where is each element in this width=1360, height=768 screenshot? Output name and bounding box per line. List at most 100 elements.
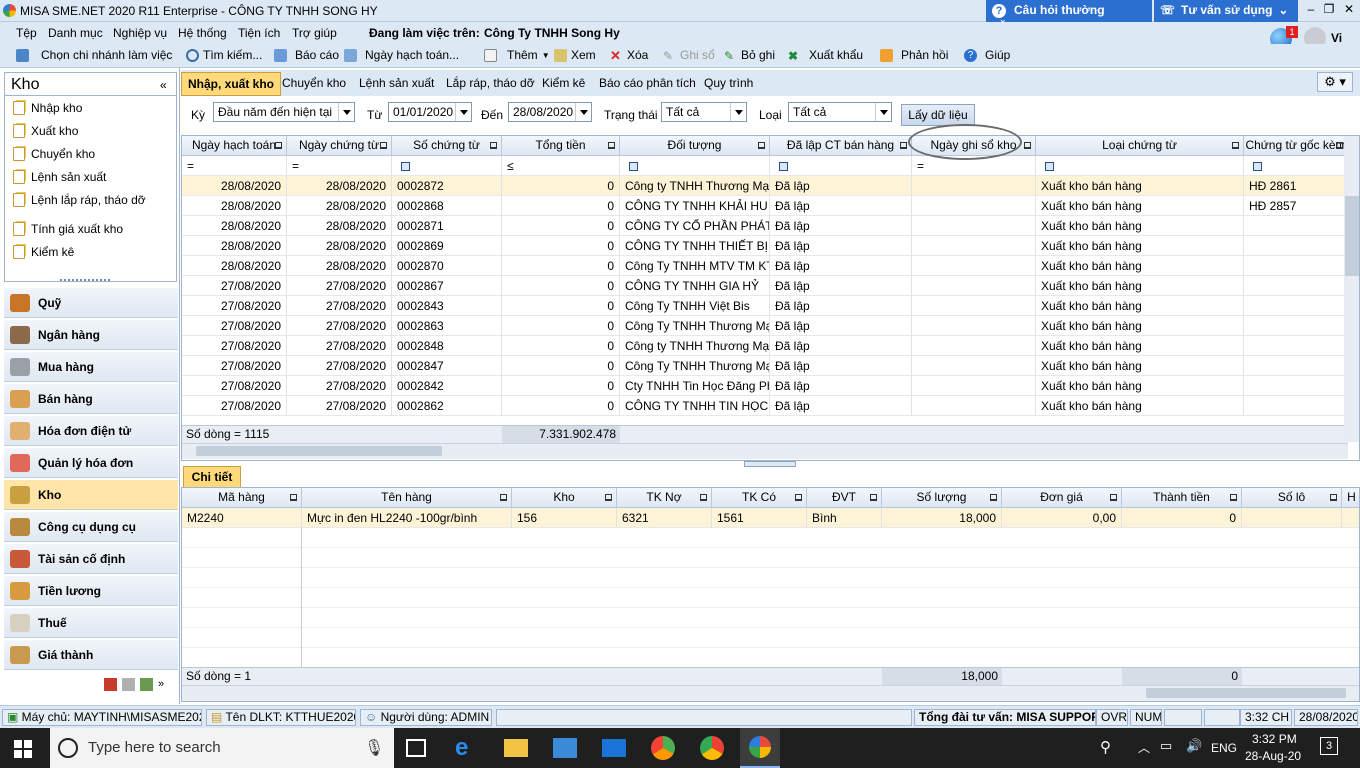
- quick-icon[interactable]: [122, 678, 135, 691]
- table-cell[interactable]: Cty TNHH Tin Học Đăng Ph: [620, 376, 770, 396]
- pin-icon[interactable]: [1232, 142, 1239, 149]
- file-explorer-icon[interactable]: [504, 739, 528, 757]
- post-button[interactable]: ✎ Ghi sổ: [663, 48, 715, 63]
- menu-file[interactable]: Tệp: [16, 26, 37, 40]
- column-header[interactable]: Kho: [512, 488, 617, 508]
- table-cell[interactable]: Xuất kho bán hàng: [1036, 316, 1244, 336]
- module-warehouse[interactable]: Kho: [4, 480, 178, 510]
- unpost-button[interactable]: ✎ Bỏ ghi: [724, 48, 775, 63]
- action-center-icon[interactable]: 3: [1320, 737, 1338, 755]
- table-cell[interactable]: 27/08/2020: [182, 376, 287, 396]
- module-fixed-assets[interactable]: Tài sản cố định: [4, 544, 178, 574]
- coccoc-icon[interactable]: [651, 736, 675, 760]
- table-cell[interactable]: [912, 316, 1036, 336]
- table-cell[interactable]: 27/08/2020: [287, 356, 392, 376]
- table-cell[interactable]: [912, 216, 1036, 236]
- table-cell[interactable]: Đã lập: [770, 276, 912, 296]
- table-cell[interactable]: 0: [502, 376, 620, 396]
- table-cell[interactable]: 0002872: [392, 176, 502, 196]
- microphone-icon[interactable]: 🎙: [364, 738, 384, 758]
- table-cell[interactable]: 28/08/2020: [287, 176, 392, 196]
- table-cell[interactable]: [1244, 236, 1348, 256]
- pin-icon[interactable]: [900, 142, 907, 149]
- detail-cell[interactable]: [1342, 508, 1359, 528]
- table-cell[interactable]: 28/08/2020: [182, 176, 287, 196]
- table-cell[interactable]: 0: [502, 396, 620, 416]
- detail-cell[interactable]: Bình: [807, 508, 882, 528]
- table-cell[interactable]: Đã lập: [770, 396, 912, 416]
- menu-help[interactable]: Trợ giúp: [292, 26, 337, 40]
- filter-cell[interactable]: [620, 156, 770, 176]
- kho-item-export[interactable]: Xuất kho: [13, 124, 78, 138]
- table-cell[interactable]: 0002843: [392, 296, 502, 316]
- filter-toggle-icon[interactable]: [629, 162, 638, 172]
- table-cell[interactable]: Đã lập: [770, 196, 912, 216]
- chrome-icon[interactable]: [700, 736, 724, 760]
- table-cell[interactable]: [1244, 356, 1348, 376]
- table-cell[interactable]: 27/08/2020: [287, 376, 392, 396]
- table-cell[interactable]: Xuất kho bán hàng: [1036, 356, 1244, 376]
- filter-toggle-icon[interactable]: [401, 162, 410, 172]
- kho-item-costing[interactable]: Tính giá xuất kho: [13, 222, 123, 236]
- pin-icon[interactable]: [1336, 142, 1343, 149]
- table-cell[interactable]: Đã lập: [770, 316, 912, 336]
- table-cell[interactable]: [1244, 336, 1348, 356]
- module-tools[interactable]: Công cụ dụng cụ: [4, 512, 178, 542]
- table-cell[interactable]: [912, 336, 1036, 356]
- kho-item-production[interactable]: Lệnh sản xuất: [13, 170, 106, 184]
- scrollbar-thumb[interactable]: [196, 446, 442, 456]
- table-cell[interactable]: [912, 296, 1036, 316]
- kho-item-assembly[interactable]: Lệnh lắp ráp, tháo dỡ: [13, 193, 146, 207]
- delete-button[interactable]: ✕ Xóa: [610, 48, 648, 62]
- status-select[interactable]: Tất cả: [661, 102, 747, 122]
- table-cell[interactable]: [1244, 216, 1348, 236]
- table-cell[interactable]: Công ty TNHH Thương Mại: [620, 336, 770, 356]
- column-header[interactable]: Thành tiền: [1122, 488, 1242, 508]
- detail-cell[interactable]: 1561: [712, 508, 807, 528]
- table-cell[interactable]: [1244, 296, 1348, 316]
- table-cell[interactable]: HĐ 2861: [1244, 176, 1348, 196]
- column-header[interactable]: Ngày hạch toán: [182, 136, 287, 156]
- table-cell[interactable]: HĐ 2857: [1244, 196, 1348, 216]
- column-header[interactable]: TK Nợ: [617, 488, 712, 508]
- table-cell[interactable]: [1244, 276, 1348, 296]
- menu-catalog[interactable]: Danh mục: [48, 26, 103, 40]
- table-cell[interactable]: CÔNG TY TNHH GIA HỶ: [620, 276, 770, 296]
- table-cell[interactable]: [912, 376, 1036, 396]
- pin-icon[interactable]: [608, 142, 615, 149]
- table-cell[interactable]: 0002868: [392, 196, 502, 216]
- view-button[interactable]: Xem: [554, 48, 596, 62]
- module-purchase[interactable]: Mua hàng: [4, 352, 178, 382]
- filter-cell[interactable]: =: [287, 156, 392, 176]
- table-cell[interactable]: 0: [502, 256, 620, 276]
- column-header[interactable]: Ngày chứng từ: [287, 136, 392, 156]
- tab-detail[interactable]: Chi tiết: [183, 466, 241, 488]
- to-date-field[interactable]: 28/08/2020: [508, 102, 592, 122]
- table-cell[interactable]: 0: [502, 316, 620, 336]
- table-cell[interactable]: [912, 196, 1036, 216]
- tab-transfer[interactable]: Chuyển kho: [282, 76, 346, 90]
- pin-icon[interactable]: [700, 494, 707, 501]
- table-cell[interactable]: 28/08/2020: [287, 196, 392, 216]
- store-icon[interactable]: [553, 738, 577, 758]
- export-button[interactable]: ✖ Xuất khẩu: [788, 48, 863, 63]
- table-cell[interactable]: Đã lập: [770, 356, 912, 376]
- table-cell[interactable]: 27/08/2020: [287, 276, 392, 296]
- filter-cell[interactable]: [392, 156, 502, 176]
- language-indicator[interactable]: ENG: [1211, 741, 1237, 755]
- detail-cell[interactable]: M2240: [182, 508, 302, 528]
- table-cell[interactable]: [912, 356, 1036, 376]
- pin-icon[interactable]: [870, 494, 877, 501]
- kho-item-transfer[interactable]: Chuyển kho: [13, 147, 95, 161]
- table-cell[interactable]: 27/08/2020: [287, 296, 392, 316]
- close-button[interactable]: ✕: [1340, 2, 1358, 16]
- table-cell[interactable]: 0002870: [392, 256, 502, 276]
- table-cell[interactable]: 0: [502, 236, 620, 256]
- table-cell[interactable]: [912, 176, 1036, 196]
- report-button[interactable]: Báo cáo: [274, 48, 339, 62]
- module-tax[interactable]: Thuế: [4, 608, 178, 638]
- scrollbar-thumb[interactable]: [1146, 688, 1346, 698]
- table-cell[interactable]: 27/08/2020: [287, 316, 392, 336]
- kho-item-import[interactable]: Nhập kho: [13, 101, 82, 115]
- table-cell[interactable]: Đã lập: [770, 336, 912, 356]
